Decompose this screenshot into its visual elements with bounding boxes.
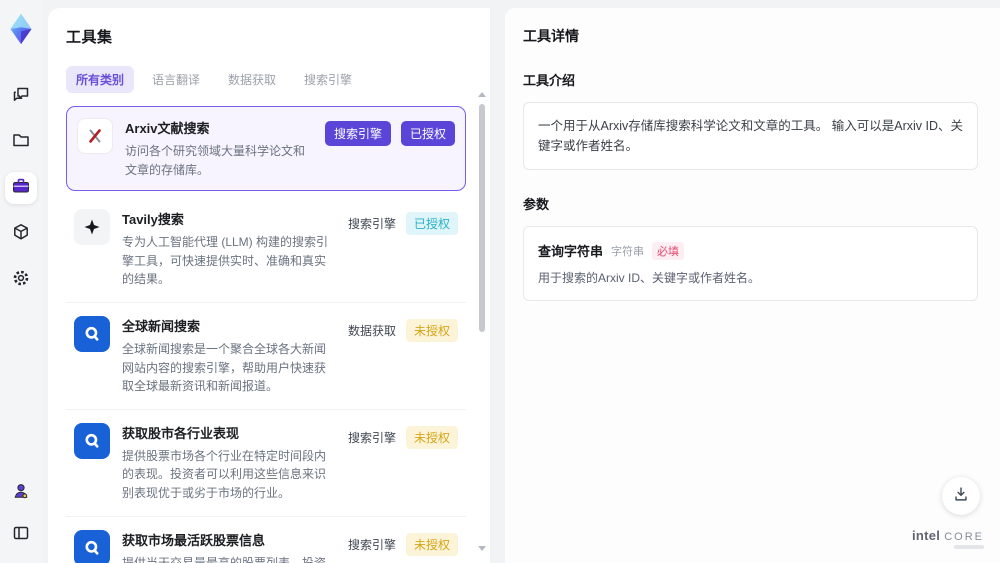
panel-toggle-icon <box>11 523 31 548</box>
sidebar-item-tools[interactable] <box>5 172 37 204</box>
category-tag: 搜索引擎 <box>324 121 391 146</box>
tool-item-sector-performance[interactable]: 获取股市各行业表现 提供股票市场各个行业在特定时间段内的表现。投资者可以利用这些… <box>66 410 466 517</box>
tool-intro-text: 一个用于从Arxiv存储库搜索科学论文和文章的工具。 输入可以是Arxiv ID… <box>538 119 964 153</box>
sidebar-rail <box>0 0 42 563</box>
category-tabs: 所有类别 语言翻译 数据获取 搜索引擎 <box>66 66 476 93</box>
tool-item-most-active-stocks[interactable]: 获取市场最活跃股票信息 提供当天交易量最高的股票列表。投资者可以利用这些信息来识… <box>66 517 466 563</box>
tool-list-panel: 工具集 所有类别 语言翻译 数据获取 搜索引擎 Arxiv文献搜索 访问各个研究… <box>48 8 490 563</box>
parameter-header: 查询字符串 字符串 必填 <box>538 241 963 260</box>
parameter-description: 用于搜索的Arxiv ID、关键字或作者姓名。 <box>538 271 761 285</box>
tool-detail-panel: 工具详情 工具介绍 一个用于从Arxiv存储库搜索科学论文和文章的工具。 输入可… <box>505 8 1000 563</box>
required-badge: 必填 <box>652 241 685 260</box>
sidebar-item-chat[interactable] <box>5 80 37 112</box>
tavily-star-icon <box>74 209 110 246</box>
tool-title: 获取市场最活跃股票信息 <box>122 532 266 548</box>
tool-title: 获取股市各行业表现 <box>122 425 240 441</box>
scroll-up-arrow[interactable] <box>478 92 486 97</box>
tool-tags: 搜索引擎 已授权 <box>347 209 458 236</box>
tool-tags: 搜索引擎 未授权 <box>348 423 458 449</box>
category-tag: 搜索引擎 <box>347 537 396 552</box>
tool-description: 访问各个研究领域大量科学论文和文章的存储库。 <box>125 144 306 177</box>
tool-item-body: Arxiv文献搜索 访问各个研究领域大量科学论文和文章的存储库。 <box>125 118 325 179</box>
auth-status-badge: 已授权 <box>400 121 455 146</box>
tool-item-body: 全球新闻搜索 全球新闻搜索是一个聚合全球各大新闻网站内容的搜索引擎，帮助用户快速… <box>122 316 348 396</box>
intro-section-heading: 工具介绍 <box>523 73 576 88</box>
parameter-card: 查询字符串 字符串 必填 用于搜索的Arxiv ID、关键字或作者姓名。 <box>523 226 978 301</box>
tool-description: 提供当天交易量最高的股票列表。投资者可以利用这些信息来识别流动性强的股票和潜在的… <box>122 555 327 563</box>
auth-status-badge: 未授权 <box>405 318 458 342</box>
sidebar-nav <box>5 80 37 296</box>
tool-item-arxiv-search[interactable]: Arxiv文献搜索 访问各个研究领域大量科学论文和文章的存储库。 搜索引擎 已授… <box>66 106 466 192</box>
main-content: 工具集 所有类别 语言翻译 数据获取 搜索引擎 Arxiv文献搜索 访问各个研究… <box>48 8 1000 563</box>
scroll-down-arrow[interactable] <box>478 546 486 551</box>
tab-data-fetch[interactable]: 数据获取 <box>218 66 286 93</box>
tool-item-body: 获取股市各行业表现 提供股票市场各个行业在特定时间段内的表现。投资者可以利用这些… <box>122 423 348 503</box>
core-logo-text: CORE <box>944 531 984 543</box>
download-button[interactable] <box>942 477 980 515</box>
tool-intro-box: 一个用于从Arxiv存储库搜索科学论文和文章的工具。 输入可以是Arxiv ID… <box>523 102 978 170</box>
tab-all-categories[interactable]: 所有类别 <box>66 66 135 93</box>
tool-title: Arxiv文献搜索 <box>125 121 210 136</box>
intel-core-wordmark: intel CORE <box>912 528 984 543</box>
chat-icon <box>11 84 31 109</box>
tool-tags: 数据获取 未授权 <box>348 316 458 342</box>
tool-item-global-news-search[interactable]: 全球新闻搜索 全球新闻搜索是一个聚合全球各大新闻网站内容的搜索引擎，帮助用户快速… <box>66 303 466 410</box>
auth-status-badge: 未授权 <box>405 532 458 556</box>
intel-logo-text: intel <box>911 528 941 543</box>
category-tag: 搜索引擎 <box>347 217 396 232</box>
category-tag: 数据获取 <box>347 323 396 338</box>
cube-icon <box>11 222 31 247</box>
tool-item-body: 获取市场最活跃股票信息 提供当天交易量最高的股票列表。投资者可以利用这些信息来识… <box>122 530 348 563</box>
news-search-q-icon <box>74 315 110 352</box>
gear-icon <box>11 268 31 293</box>
tool-title: 全球新闻搜索 <box>122 318 201 334</box>
tool-list: Arxiv文献搜索 访问各个研究领域大量科学论文和文章的存储库。 搜索引擎 已授… <box>66 106 476 563</box>
tool-tags: 搜索引擎 已授权 <box>324 118 455 146</box>
tab-search-engine[interactable]: 搜索引擎 <box>294 66 362 93</box>
tab-language-translation[interactable]: 语言翻译 <box>142 66 210 93</box>
parameter-name: 查询字符串 <box>538 244 604 259</box>
scrollbar-thumb[interactable] <box>479 104 485 332</box>
news-search-q-icon <box>74 529 110 563</box>
download-icon <box>952 485 970 508</box>
intel-core-badge: intel CORE <box>912 528 984 549</box>
tool-item-body: Tavily搜索 专为人工智能代理 (LLM) 构建的搜索引擎工具，可快速提供实… <box>122 209 348 289</box>
sidebar-item-settings[interactable] <box>5 264 37 296</box>
briefcase-icon <box>11 176 31 201</box>
params-section-heading: 参数 <box>523 197 550 212</box>
app-logo[interactable] <box>7 12 35 46</box>
brand-sub-mark <box>954 545 984 549</box>
folder-icon <box>11 130 31 155</box>
auth-status-badge: 已授权 <box>405 212 458 236</box>
auth-status-badge: 未授权 <box>405 425 458 449</box>
category-tag: 搜索引擎 <box>347 430 396 445</box>
tool-item-tavily-search[interactable]: Tavily搜索 专为人工智能代理 (LLM) 构建的搜索引擎工具，可快速提供实… <box>66 196 466 303</box>
tool-description: 全球新闻搜索是一个聚合全球各大新闻网站内容的搜索引擎，帮助用户快速获取全球最新资… <box>122 341 327 394</box>
tool-description: 提供股票市场各个行业在特定时间段内的表现。投资者可以利用这些信息来识别表现优于或… <box>122 448 327 500</box>
list-scrollbar[interactable] <box>478 92 487 551</box>
page-title: 工具集 <box>66 29 113 46</box>
tool-title: Tavily搜索 <box>122 212 184 228</box>
parameter-type: 字符串 <box>611 245 645 258</box>
user-icon <box>11 481 31 506</box>
sidebar-item-files[interactable] <box>5 126 37 158</box>
news-search-q-icon <box>74 422 110 459</box>
collapse-panel-button[interactable] <box>5 519 37 551</box>
user-avatar[interactable] <box>5 477 37 509</box>
arxiv-logo-icon <box>77 118 113 154</box>
tool-description: 专为人工智能代理 (LLM) 构建的搜索引擎工具，可快速提供实时、准确和真实的结… <box>122 235 329 287</box>
detail-panel-title: 工具详情 <box>523 28 579 44</box>
sidebar-bottom <box>5 477 37 551</box>
tool-tags: 搜索引擎 未授权 <box>348 530 458 556</box>
sidebar-item-plugins[interactable] <box>5 218 37 250</box>
